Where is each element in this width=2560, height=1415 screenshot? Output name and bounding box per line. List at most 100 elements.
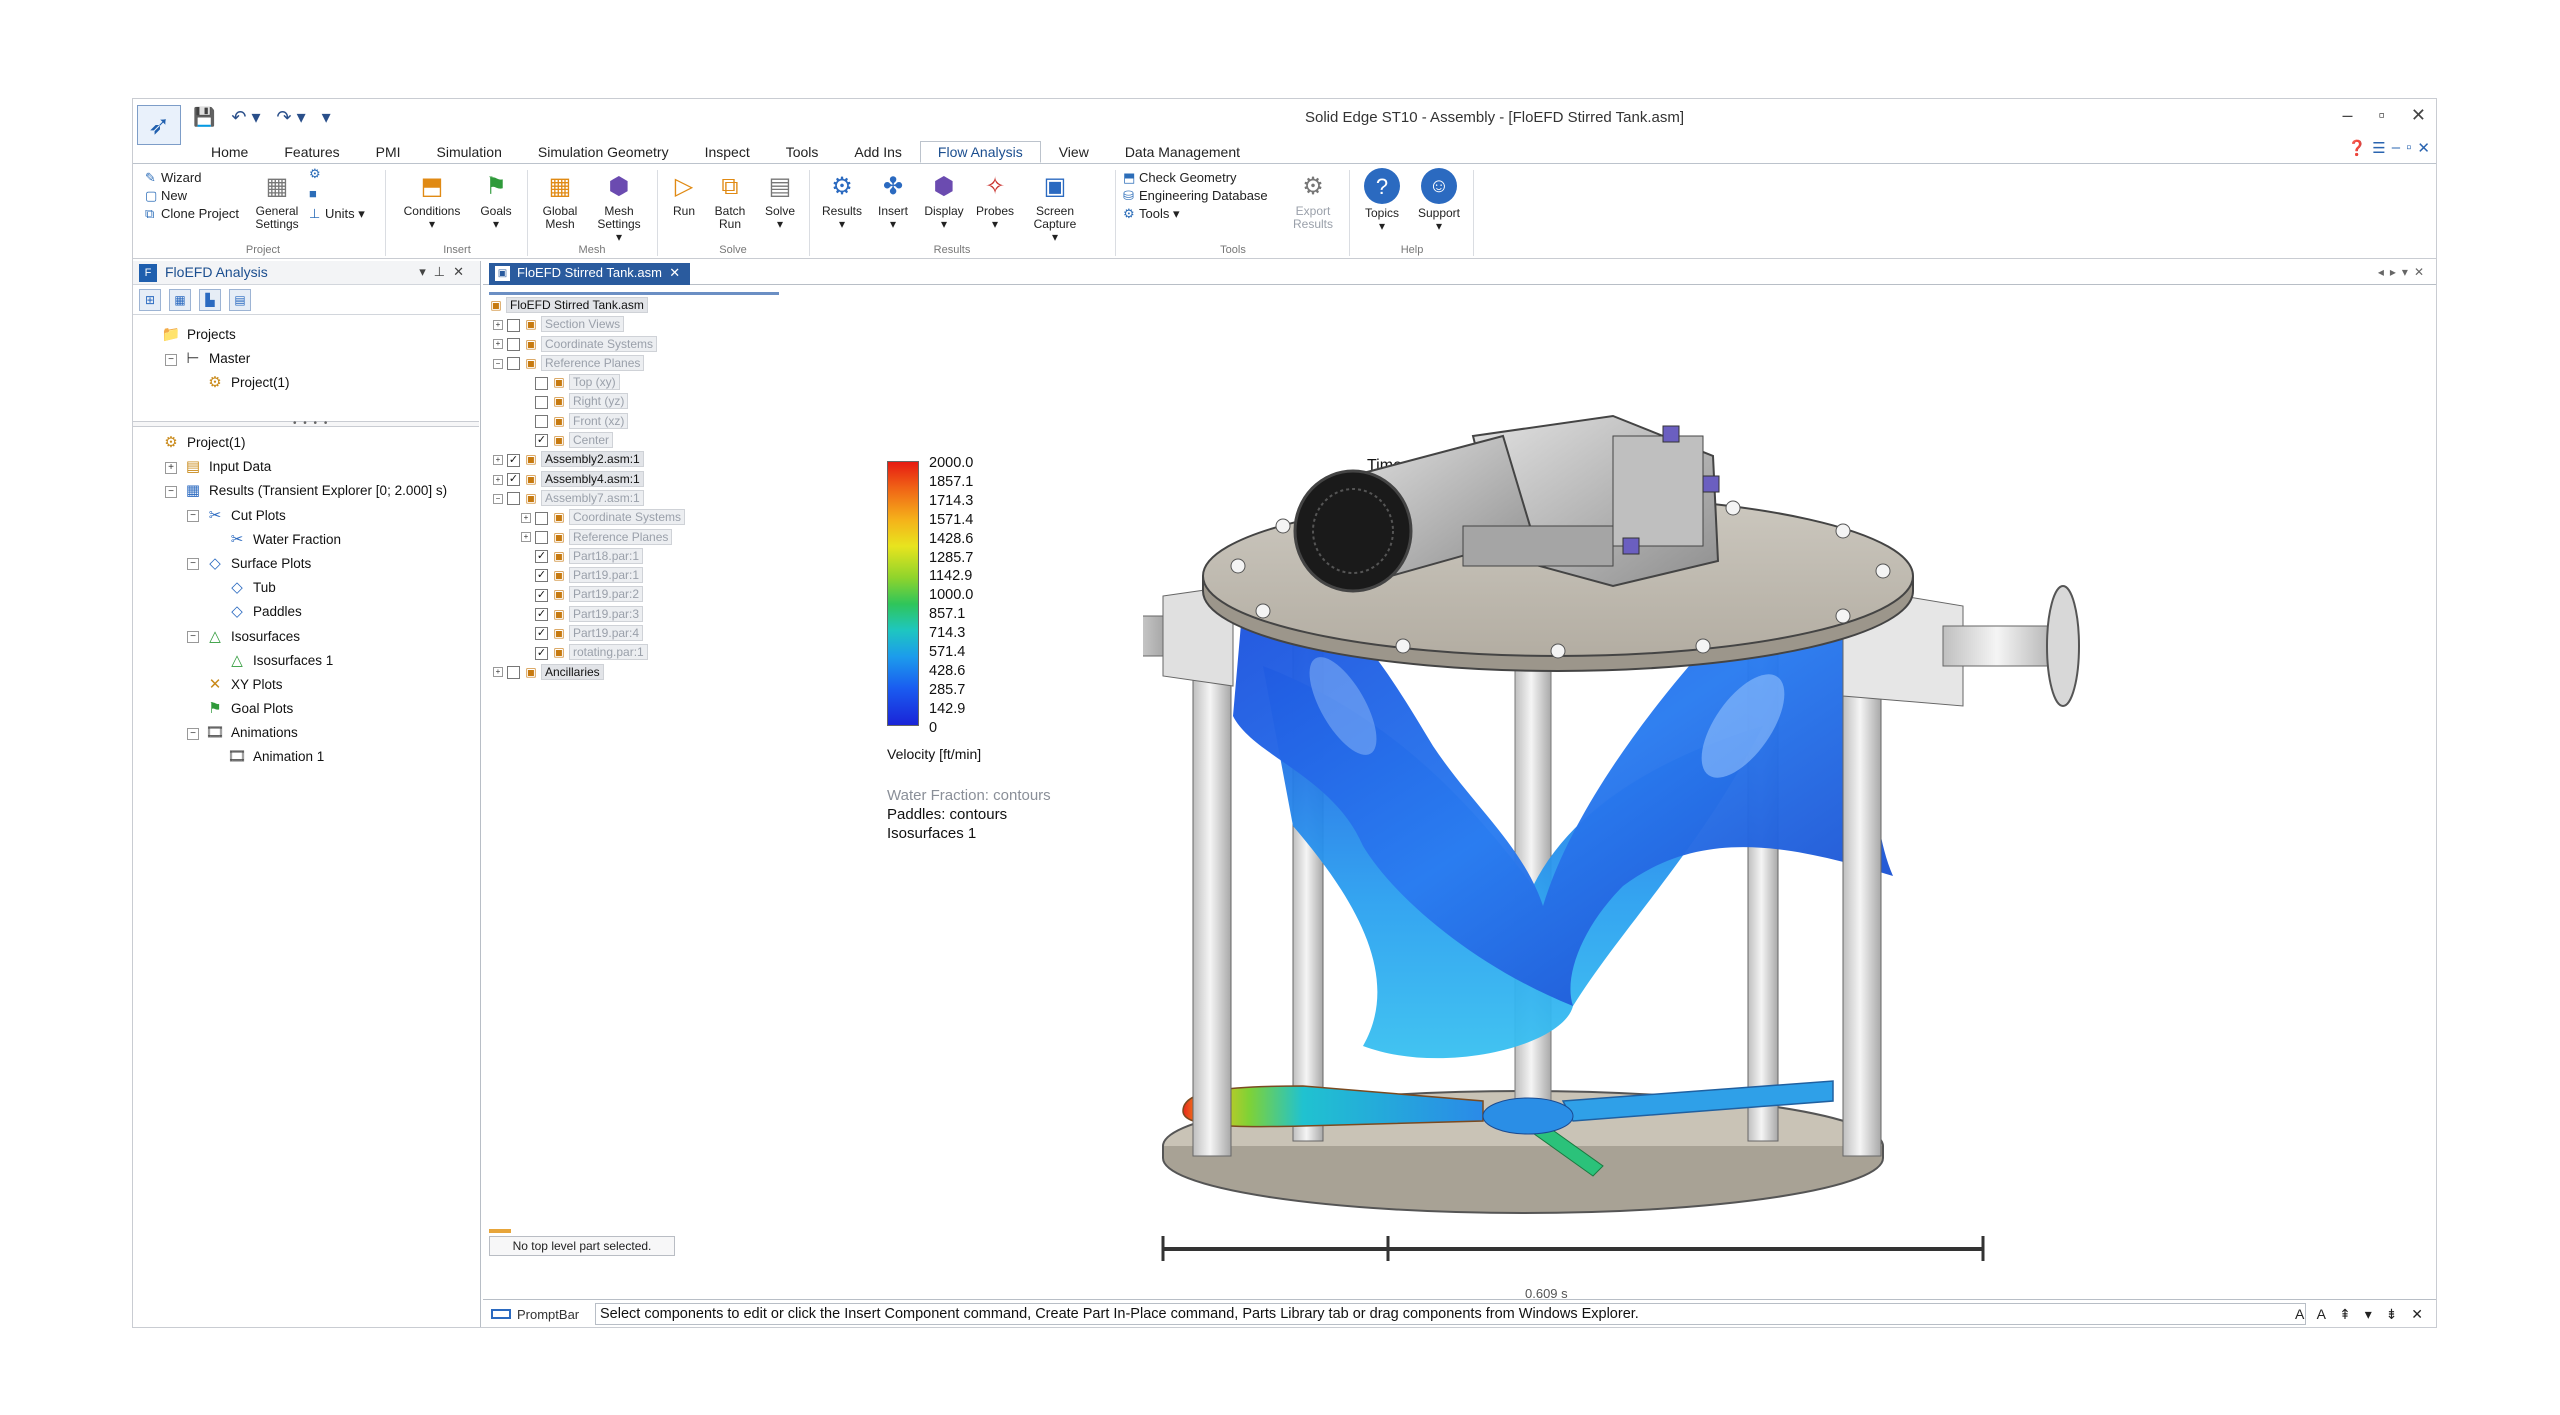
pathfinder-item[interactable]: + ▣ Coordinate Systems [489,508,781,527]
visibility-checkbox[interactable]: ✓ [507,453,520,467]
window-min-icon[interactable]: – [2392,139,2400,157]
tree-item[interactable]: △ Isosurfaces 1 [133,649,479,673]
expand-toggle-icon[interactable]: − [493,493,503,504]
results-button[interactable]: ⚙ Results ▾ [817,170,867,231]
tree-view-icon[interactable]: ⊞ [139,289,161,311]
tab-view[interactable]: View [1041,141,1107,163]
tree-item[interactable]: ⚙ Project(1) [133,431,479,455]
run-button[interactable]: ▷ Run [663,170,705,218]
tab-add-ins[interactable]: Add Ins [836,141,919,163]
pathfinder-item[interactable]: ▣ Front (xz) [489,412,781,431]
tree-item[interactable]: ◇ Paddles [133,600,479,624]
visibility-checkbox[interactable]: ✓ [535,608,548,622]
visibility-checkbox[interactable] [535,511,548,525]
close-button[interactable]: ✕ [2411,105,2426,126]
tab-simulation[interactable]: Simulation [419,141,520,163]
chart-view-icon[interactable]: ▙ [199,289,221,311]
expand-toggle-icon[interactable] [521,590,531,600]
tree-item[interactable]: − 🎞 Animations [133,721,479,745]
tab-strip-controls[interactable]: ◂▸▾✕ [2378,265,2430,279]
visibility-checkbox[interactable] [507,318,520,332]
expand-toggle-icon[interactable] [521,629,531,639]
expand-toggle-icon[interactable]: − [187,727,199,740]
expand-toggle-icon[interactable]: − [165,485,177,498]
tree-item[interactable]: − ◇ Surface Plots [133,552,479,576]
expand-toggle-icon[interactable]: − [187,510,199,522]
tab-features[interactable]: Features [266,141,357,163]
expand-toggle-icon[interactable]: + [493,474,503,485]
wizard-button[interactable]: ✎ Wizard [145,170,201,186]
pathfinder-item[interactable]: + ▣ Coordinate Systems [489,335,781,354]
window-restore-icon[interactable]: ▫ [2406,139,2411,157]
document-tab[interactable]: ▣ FloEFD Stirred Tank.asm ✕ [489,263,691,285]
tree-item[interactable]: − △ Isosurfaces [133,625,479,649]
tree-item[interactable]: 📁 Projects [133,323,479,347]
topics-button[interactable]: ? Topics ▾ [1357,168,1407,233]
pathfinder-item[interactable]: ✓ ▣ Part19.par:4 [489,624,781,643]
pathfinder-item[interactable]: + ✓ ▣ Assembly4.asm:1 [489,470,781,489]
pathfinder-item[interactable]: ✓ ▣ Part18.par:1 [489,547,781,566]
visibility-checkbox[interactable] [535,376,548,390]
promptbar-label[interactable]: PromptBar [491,1307,579,1322]
insert-results-button[interactable]: ✤ Insert ▾ [871,170,915,231]
panel-splitter[interactable]: • • • • [133,419,479,429]
visibility-checkbox[interactable]: ✓ [535,646,548,660]
tree-item[interactable]: ⚑ Goal Plots [133,697,479,721]
close-tab-icon[interactable]: ✕ [666,265,680,280]
expand-toggle-icon[interactable] [521,571,531,581]
pathfinder-item[interactable]: + ✓ ▣ Assembly2.asm:1 [489,450,781,469]
tab-data-management[interactable]: Data Management [1107,141,1258,163]
visibility-checkbox[interactable] [535,415,548,429]
pathfinder-item[interactable]: ✓ ▣ rotating.par:1 [489,643,781,662]
tab-pmi[interactable]: PMI [358,141,419,163]
support-button[interactable]: ☺ Support ▾ [1411,168,1467,233]
goals-button[interactable]: ⚑ Goals ▾ [473,170,519,231]
expand-toggle-icon[interactable] [521,610,531,620]
minimize-button[interactable]: – [2343,105,2353,126]
pathfinder-item[interactable]: ▣ Right (yz) [489,392,781,411]
tab-inspect[interactable]: Inspect [687,141,768,163]
tree-item[interactable]: ✂ Water Fraction [133,528,479,552]
table-view-icon[interactable]: ▦ [169,289,191,311]
help-icon[interactable]: ❓ [2348,139,2367,157]
expand-toggle-icon[interactable]: + [493,455,503,466]
expand-toggle-icon[interactable]: − [187,630,199,643]
visibility-checkbox[interactable]: ✓ [535,588,548,602]
pathfinder-item[interactable]: − ▣ Assembly7.asm:1 [489,489,781,508]
solve-button[interactable]: ▤ Solve ▾ [757,170,803,231]
tree-item[interactable]: − ⊢ Master [133,347,479,371]
pathfinder-item[interactable]: − ▣ Reference Planes [489,354,781,373]
export-results-button[interactable]: ⚙ Export Results [1283,170,1343,231]
restore-button[interactable]: ▫ [2379,105,2385,126]
pathfinder-item[interactable]: + ▣ Ancillaries [489,663,781,682]
check-geometry-button[interactable]: ⬒ Check Geometry [1123,170,1237,186]
expand-toggle-icon[interactable] [521,648,531,658]
visibility-checkbox[interactable] [507,665,520,679]
help-docs-icon[interactable]: ☰ [2372,139,2385,157]
window-close-icon[interactable]: ✕ [2417,139,2430,157]
expand-toggle-icon[interactable] [521,378,531,388]
visibility-checkbox[interactable]: ✓ [507,473,520,486]
pathfinder-item[interactable]: ✓ ▣ Part19.par:3 [489,605,781,624]
expand-toggle-icon[interactable] [521,436,531,446]
tree-item[interactable]: ◇ Tub [133,576,479,600]
batch-run-button[interactable]: ⧉ Batch Run [709,170,751,231]
tab-flow-analysis[interactable]: Flow Analysis [919,141,1041,163]
expand-toggle-icon[interactable]: − [187,558,199,571]
visibility-checkbox[interactable] [507,357,520,371]
engineering-database-button[interactable]: ⛁ Engineering Database [1123,188,1268,204]
visibility-checkbox[interactable] [507,337,520,351]
pathfinder-item[interactable]: + ▣ Reference Planes [489,528,781,547]
visibility-checkbox[interactable] [535,530,548,544]
visibility-checkbox[interactable] [507,492,520,506]
panel-controls[interactable]: ▾⊥✕ [419,264,472,280]
graphics-viewport[interactable]: ▣ FloEFD Stirred Tank.asm + ▣ Section Views… [483,286,2436,1299]
promptbar-controls[interactable]: A A ⇞ ▾ ⇟ ✕ [2295,1306,2428,1323]
pathfinder-item[interactable]: ▣ Top (xy) [489,373,781,392]
visibility-checkbox[interactable] [535,395,548,409]
general-settings-button[interactable]: ▦ General Settings [251,170,303,231]
units-mid-icon[interactable]: ■ [309,186,325,202]
pathfinder-item[interactable]: ✓ ▣ Center [489,431,781,450]
expand-toggle-icon[interactable]: + [493,339,503,350]
display-button[interactable]: ⬢ Display ▾ [919,170,969,231]
